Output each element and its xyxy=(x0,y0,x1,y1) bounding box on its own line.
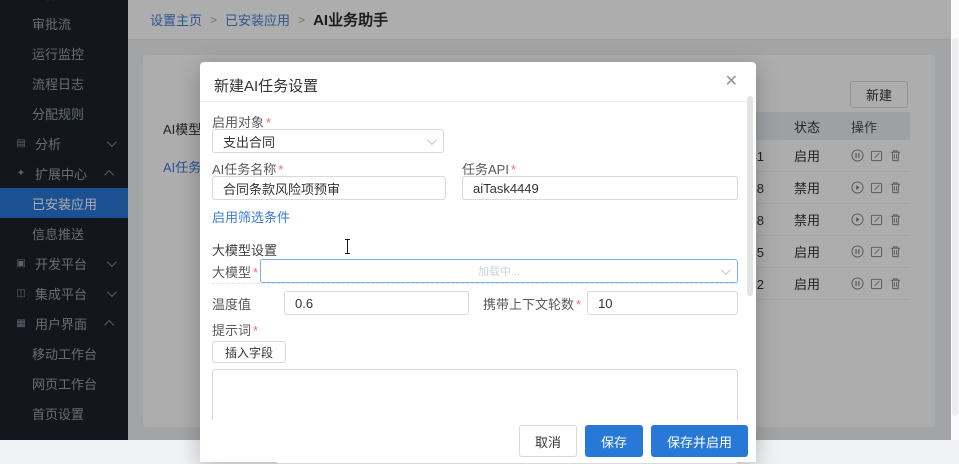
modal-header: 新建AI任务设置 ✕ xyxy=(200,62,756,102)
required-mark: * xyxy=(576,297,581,312)
save-button[interactable]: 保存 xyxy=(585,425,643,457)
required-mark: * xyxy=(253,265,258,280)
required-mark: * xyxy=(511,162,516,177)
cancel-button[interactable]: 取消 xyxy=(519,425,577,457)
model-settings-section-title: 大模型设置 xyxy=(212,240,738,259)
required-mark: * xyxy=(278,162,283,177)
modal-footer: 取消 保存 保存并启用 xyxy=(200,420,756,462)
save-and-enable-button[interactable]: 保存并启用 xyxy=(651,425,748,457)
modal-title: 新建AI任务设置 xyxy=(214,78,318,95)
model-loading-text: 加载中... xyxy=(261,263,737,279)
task-api-label: 任务API* xyxy=(462,159,738,176)
modal-body: 启用对象* 支出合同 AI任务名称* 任务API* 启用筛选条件 大模型设置 xyxy=(200,102,756,464)
task-api-input[interactable] xyxy=(462,176,738,200)
close-icon[interactable]: ✕ xyxy=(725,74,738,90)
task-name-input[interactable] xyxy=(212,176,446,200)
scrollbar-thumb[interactable] xyxy=(952,38,958,416)
prompt-label: 提示词* xyxy=(212,320,738,337)
modal-scrollbar[interactable] xyxy=(747,96,753,296)
required-mark: * xyxy=(266,115,271,130)
enable-target-select[interactable]: 支出合同 xyxy=(212,129,444,153)
new-ai-task-modal: 新建AI任务设置 ✕ 启用对象* 支出合同 AI任务名称* 任务API* xyxy=(200,62,756,462)
page-scrollbar[interactable] xyxy=(951,0,959,440)
temperature-input[interactable] xyxy=(284,291,469,315)
chevron-down-icon xyxy=(427,135,437,145)
task-name-label: AI任务名称* xyxy=(212,159,446,176)
required-mark: * xyxy=(253,323,258,338)
model-label: 大模型* xyxy=(212,262,260,281)
enable-filter-link[interactable]: 启用筛选条件 xyxy=(212,207,738,226)
model-select[interactable]: 加载中... xyxy=(260,259,738,283)
context-rounds-label: 携带上下文轮数* xyxy=(483,294,581,313)
text-cursor xyxy=(344,239,351,254)
context-rounds-input[interactable] xyxy=(587,291,738,315)
enable-target-label: 启用对象* xyxy=(212,112,738,129)
temperature-label: 温度值 xyxy=(212,294,284,313)
insert-field-button[interactable]: 插入字段 xyxy=(212,341,286,363)
divider xyxy=(212,283,738,284)
